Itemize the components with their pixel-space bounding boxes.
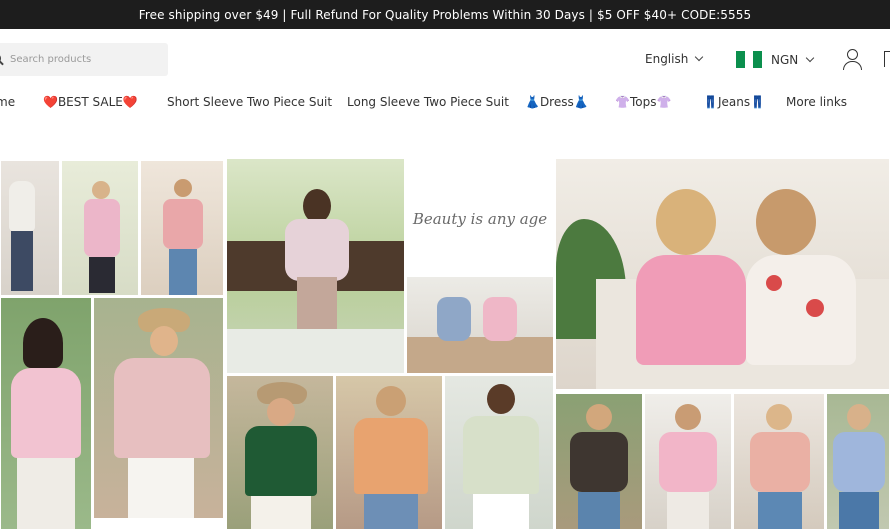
nav-item-best-sale[interactable]: ❤️BEST SALE❤️ (43, 95, 138, 109)
nigeria-flag-icon (736, 51, 763, 68)
nav-item-more-links[interactable]: More links (786, 95, 847, 109)
search-input[interactable] (10, 54, 160, 65)
nav-item-long-sleeve-suit[interactable]: Long Sleeve Two Piece Suit (347, 95, 509, 109)
banner-caption: Beauty is any age (406, 160, 554, 278)
currency-code: NGN (771, 52, 799, 67)
photo-tile (555, 158, 890, 390)
photo-tile (226, 375, 334, 530)
search-box[interactable] (0, 43, 168, 76)
hero-collage-banner[interactable]: Beauty is any age (0, 158, 890, 530)
nav-item-jeans[interactable]: 👖Jeans👖 (703, 95, 765, 109)
photo-tile (335, 375, 443, 530)
nav-item-tops[interactable]: 👚Tops👚 (615, 95, 671, 109)
currency-selector[interactable]: NGN (736, 51, 815, 68)
nav-item-short-sleeve-suit[interactable]: Short Sleeve Two Piece Suit (167, 95, 332, 109)
nav-item-home[interactable]: me (0, 95, 15, 109)
nav-item-dress[interactable]: 👗Dress👗 (525, 95, 589, 109)
photo-tile (61, 160, 139, 296)
site-header: English NGN (0, 29, 890, 91)
photo-tile (93, 297, 224, 519)
chevron-down-icon (806, 53, 815, 62)
photo-tile (140, 160, 224, 296)
language-selector[interactable]: English (645, 52, 704, 66)
announcement-text: Free shipping over $49 | Full Refund For… (138, 7, 752, 22)
photo-tile (644, 393, 732, 530)
main-nav: me ❤️BEST SALE❤️ Short Sleeve Two Piece … (0, 91, 890, 117)
photo-tile (406, 276, 554, 374)
photo-tile (0, 297, 92, 530)
announcement-bar: Free shipping over $49 | Full Refund For… (0, 0, 890, 29)
photo-tile (555, 393, 643, 530)
photo-tile (444, 375, 554, 530)
chevron-down-icon (695, 52, 704, 62)
photo-tile (733, 393, 825, 530)
search-icon[interactable] (0, 52, 6, 67)
photo-tile (226, 158, 405, 374)
photo-tile (826, 393, 890, 530)
language-label: English (645, 52, 689, 66)
photo-tile (0, 160, 60, 296)
account-icon[interactable] (842, 49, 864, 71)
cart-icon[interactable] (884, 51, 890, 67)
